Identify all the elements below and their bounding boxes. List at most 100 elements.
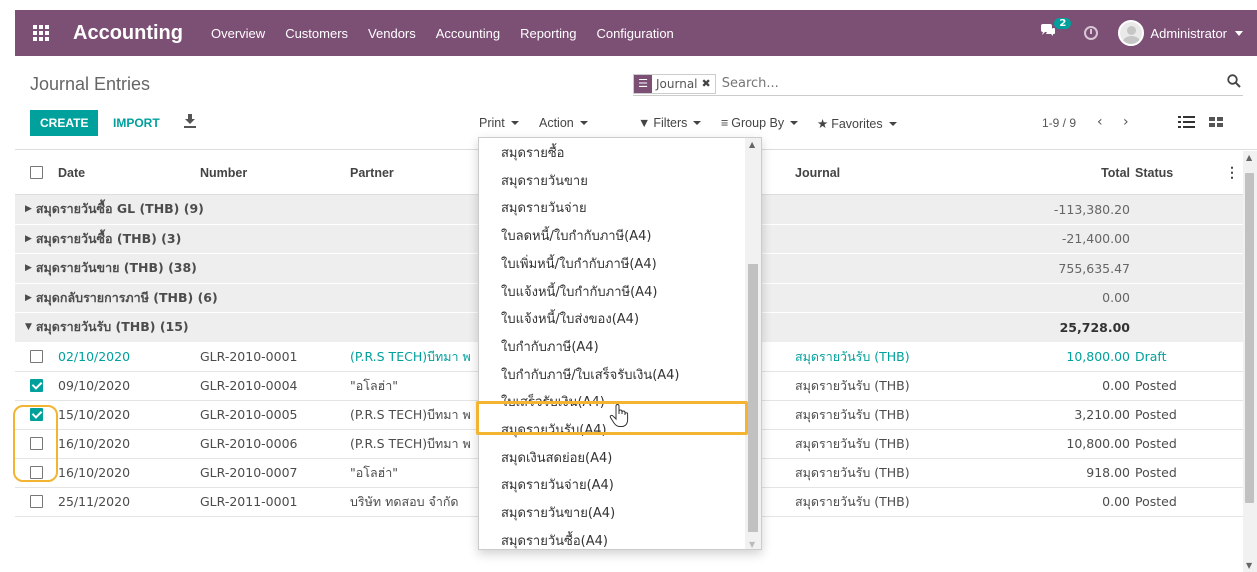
menu-customers[interactable]: Customers xyxy=(285,26,348,41)
print-menu-item[interactable]: ใบกำกับภาษี(A4) xyxy=(501,336,599,357)
cell-number: GLR-2010-0006 xyxy=(200,436,298,451)
groupby-button[interactable]: ≡ Group By xyxy=(721,116,799,130)
print-menu-item[interactable]: สมุดรายซื้อ xyxy=(501,142,564,163)
group-name: สมุดรายวันรับ (THB) (15) xyxy=(35,319,189,335)
app-name[interactable]: Accounting xyxy=(73,22,183,45)
print-menu-item[interactable]: สมุดรายวันขาย(A4) xyxy=(501,502,615,523)
header-number[interactable]: Number xyxy=(200,166,247,180)
download-icon[interactable] xyxy=(184,114,196,128)
print-menu-item[interactable]: ใบเสร็จรับเงิน(A4) xyxy=(501,391,605,412)
search-input[interactable] xyxy=(721,76,1202,91)
group-name: สมุดรายวันซื้อ GL (THB) (9) xyxy=(35,201,204,217)
avatar[interactable] xyxy=(1118,20,1145,46)
user-menu[interactable]: Administrator xyxy=(1150,26,1227,41)
print-menu-item[interactable]: สมุดรายวันรับ(A4) xyxy=(501,419,607,440)
cell-number: GLR-2010-0007 xyxy=(200,465,298,480)
search-facet[interactable]: ☰ Journal ✖ xyxy=(633,73,716,94)
hand-cursor-icon xyxy=(609,404,629,427)
print-menu-item[interactable]: ใบแจ้งหนี้/ใบส่งของ(A4) xyxy=(501,308,639,329)
menu-reporting[interactable]: Reporting xyxy=(520,26,576,41)
menu-configuration[interactable]: Configuration xyxy=(596,26,673,41)
scrollbar-thumb[interactable] xyxy=(1245,173,1254,503)
caret-down-icon xyxy=(693,121,702,125)
group-total: 755,635.47 xyxy=(1058,260,1130,276)
cell-partner: "อโลฮ่า" xyxy=(350,464,399,480)
pager-next-icon[interactable]: › xyxy=(1123,114,1129,130)
page-scrollbar[interactable]: ▲ ▼ xyxy=(1243,151,1257,572)
header-total[interactable]: Total xyxy=(1015,166,1130,180)
group-total: 25,728.00 xyxy=(1059,319,1130,335)
cell-journal: สมุดรายวันรับ (THB) xyxy=(795,464,910,480)
print-menu-item[interactable]: ใบแจ้งหนี้/ใบกำกับภาษี(A4) xyxy=(501,281,657,302)
cell-journal: สมุดรายวันรับ (THB) xyxy=(795,406,910,422)
scroll-up-icon[interactable]: ▲ xyxy=(749,140,755,149)
row-checkbox[interactable] xyxy=(30,495,43,508)
print-menu-item[interactable]: สมุดรายวันซื้อ(A4) xyxy=(501,530,608,549)
header-date[interactable]: Date xyxy=(58,166,85,180)
row-checkbox[interactable] xyxy=(30,466,43,479)
top-navbar: Accounting Overview Customers Vendors Ac… xyxy=(15,10,1257,56)
cell-number: GLR-2010-0004 xyxy=(200,378,298,393)
caret-down-icon xyxy=(790,121,799,125)
scroll-up-icon[interactable]: ▲ xyxy=(1246,153,1252,162)
search-icon[interactable] xyxy=(1227,74,1241,88)
print-menu-item[interactable]: ใบลดหนี้/ใบกำกับภาษี(A4) xyxy=(501,225,651,246)
dropdown-scrollbar-thumb[interactable] xyxy=(748,264,758,532)
print-menu-item[interactable]: สมุดรายวันจ่าย(A4) xyxy=(501,474,614,495)
cell-partner: (P.R.S TECH)บีทมา พ xyxy=(350,435,471,451)
print-menu-item[interactable]: สมุดเงินสดย่อย(A4) xyxy=(501,447,612,468)
create-button[interactable]: CREATE xyxy=(30,110,99,136)
cell-date: 09/10/2020 xyxy=(58,378,131,393)
menu-overview[interactable]: Overview xyxy=(211,26,265,41)
header-journal[interactable]: Journal xyxy=(795,166,840,180)
row-checkbox[interactable] xyxy=(30,379,43,392)
cell-date: 16/10/2020 xyxy=(58,436,131,451)
select-all-checkbox[interactable] xyxy=(30,166,43,179)
pager-value[interactable]: 1-9 / 9 xyxy=(1042,116,1076,130)
print-menu-item[interactable]: ใบเพิ่มหนี้/ใบกำกับภาษี(A4) xyxy=(501,253,657,274)
favorites-button[interactable]: ★ Favorites xyxy=(817,116,897,131)
scroll-down-icon[interactable]: ▼ xyxy=(749,540,755,549)
cell-journal: สมุดรายวันรับ (THB) xyxy=(795,435,910,451)
row-checkbox[interactable] xyxy=(30,350,43,363)
print-menu-item[interactable]: ใบกำกับภาษี/ใบเสร็จรับเงิน(A4) xyxy=(501,364,680,385)
dropdown-scrollbar[interactable]: ▲ ▼ xyxy=(745,138,761,549)
activity-clock-icon[interactable] xyxy=(1084,26,1099,40)
header-status[interactable]: Status xyxy=(1135,166,1173,180)
groupby-label: Group By xyxy=(731,116,785,130)
row-checkbox[interactable] xyxy=(30,437,43,450)
apps-menu-icon[interactable] xyxy=(21,10,61,56)
print-menu-item[interactable]: สมุดรายวันขาย xyxy=(501,170,588,191)
star-icon: ★ xyxy=(817,117,829,131)
print-menu-item[interactable]: สมุดรายวันจ่าย xyxy=(501,197,587,218)
cell-status: Posted xyxy=(1135,407,1177,422)
filters-button[interactable]: ▼ Filters xyxy=(638,116,702,130)
favorites-label: Favorites xyxy=(831,116,883,131)
menu-vendors[interactable]: Vendors xyxy=(368,26,416,41)
kanban-view-icon[interactable] xyxy=(1208,114,1224,130)
print-dropdown-menu: สมุดรายซื้อสมุดรายวันขายสมุดรายวันจ่ายใบ… xyxy=(478,137,762,550)
cell-number: GLR-2011-0001 xyxy=(200,494,298,509)
filter-icon: ▼ xyxy=(638,116,651,130)
user-caret-icon[interactable] xyxy=(1235,30,1243,36)
menu-accounting[interactable]: Accounting xyxy=(436,26,500,41)
scroll-down-icon[interactable]: ▼ xyxy=(1246,561,1252,570)
cell-status: Posted xyxy=(1135,494,1177,509)
cell-status: Draft xyxy=(1135,349,1167,364)
facet-close-icon[interactable]: ✖ xyxy=(702,77,715,90)
caret-down-icon xyxy=(579,121,588,125)
action-label: Action xyxy=(539,116,574,130)
search-bar[interactable]: ☰ Journal ✖ xyxy=(633,72,1243,96)
optional-columns-icon[interactable]: ⋮ xyxy=(1225,164,1239,181)
list-view-icon[interactable] xyxy=(1178,114,1196,130)
row-checkbox[interactable] xyxy=(30,408,43,421)
action-button[interactable]: Action xyxy=(539,116,588,130)
group-name: สมุดรายวันซื้อ (THB) (3) xyxy=(35,230,182,246)
import-button[interactable]: IMPORT xyxy=(113,110,160,136)
cell-status: Posted xyxy=(1135,436,1177,451)
cell-partner: (P.R.S TECH)บีทมา พ xyxy=(350,406,471,422)
pager-previous-icon[interactable]: ‹ xyxy=(1097,114,1103,130)
header-partner[interactable]: Partner xyxy=(350,166,480,180)
messages-icon[interactable]: 2 xyxy=(1040,18,1072,42)
print-button[interactable]: Print xyxy=(479,116,519,130)
